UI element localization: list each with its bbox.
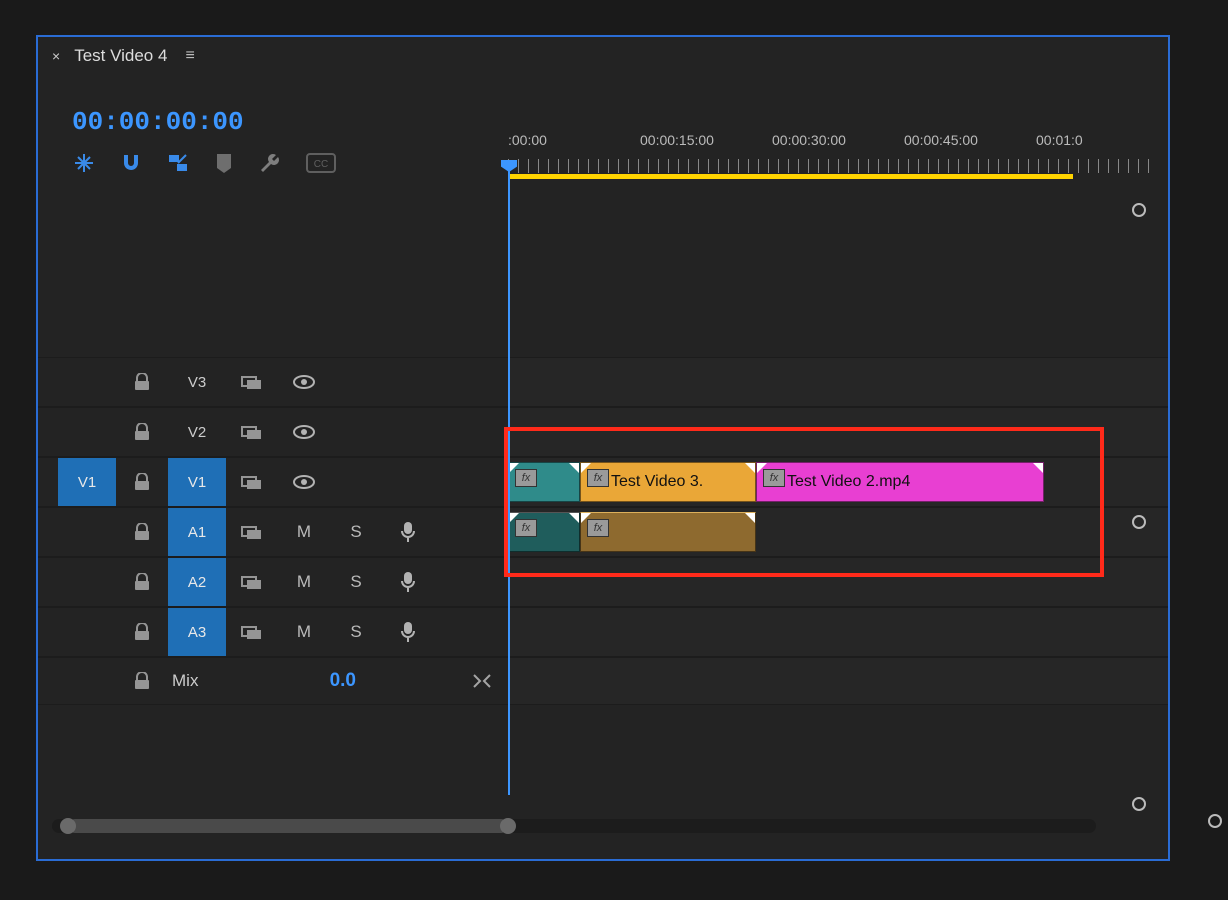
ruler-tick-label: :00:00	[508, 132, 640, 148]
track-v1: V1 V1 fx fxTest Video 3. fxTest Video 2.…	[38, 457, 1168, 507]
svg-text:CC: CC	[314, 159, 328, 170]
markers-icon[interactable]	[214, 152, 234, 174]
clip-a1-2[interactable]: fx	[580, 512, 756, 552]
source-patch-a2[interactable]	[58, 558, 116, 606]
playhead-timecode[interactable]: 00:00:00:00	[72, 107, 244, 137]
ruler-track[interactable]	[508, 154, 1168, 180]
track-v2: V2	[38, 407, 1168, 457]
clip-v1-1[interactable]: fx	[508, 462, 580, 502]
track-visibility-v1[interactable]	[278, 475, 330, 489]
tab-menu-button[interactable]: ≡	[185, 47, 194, 65]
captions-icon[interactable]: CC	[306, 153, 336, 173]
sync-lock-a2[interactable]	[226, 574, 278, 590]
sync-lock-v1[interactable]	[226, 474, 278, 490]
fx-badge: fx	[763, 469, 785, 487]
mix-volume-value[interactable]: 0.0	[330, 670, 356, 692]
ruler-ticks	[508, 159, 1156, 173]
sync-lock-v2[interactable]	[226, 424, 278, 440]
fx-badge: fx	[587, 519, 609, 537]
ruler-labels: :00:00 00:00:15:00 00:00:30:00 00:00:45:…	[508, 132, 1168, 148]
track-mix: Mix 0.0	[38, 657, 1168, 705]
ruler-tick-label: 00:00:45:00	[904, 132, 1036, 148]
zoom-handle-left[interactable]	[60, 818, 76, 834]
tracks-area: V3 V2 V1 V1	[38, 357, 1168, 705]
track-lock-v3[interactable]	[116, 373, 168, 391]
voiceover-a2[interactable]	[382, 571, 434, 593]
track-visibility-v3[interactable]	[278, 375, 330, 389]
voiceover-a1[interactable]	[382, 521, 434, 543]
horizontal-zoom-scrollbar[interactable]	[52, 819, 1096, 833]
track-label-v1[interactable]: V1	[168, 458, 226, 506]
track-a2: A2 M S	[38, 557, 1168, 607]
sync-lock-v3[interactable]	[226, 374, 278, 390]
sync-lock-a1[interactable]	[226, 524, 278, 540]
track-lock-a3[interactable]	[116, 623, 168, 641]
time-ruler[interactable]: :00:00 00:00:15:00 00:00:30:00 00:00:45:…	[508, 132, 1168, 180]
ruler-tick-label: 00:00:15:00	[640, 132, 772, 148]
zoom-scrollbar-thumb[interactable]	[68, 819, 508, 833]
track-lock-a1[interactable]	[116, 523, 168, 541]
tab-bar: × Test Video 4 ≡	[38, 37, 1168, 75]
track-visibility-v2[interactable]	[278, 425, 330, 439]
track-v1-lane[interactable]: fx fxTest Video 3. fxTest Video 2.mp4	[508, 458, 1168, 506]
mix-output-icon[interactable]	[456, 673, 508, 689]
vertical-zoom-top[interactable]	[1132, 203, 1146, 217]
mute-a2[interactable]: M	[278, 572, 330, 592]
voiceover-a3[interactable]	[382, 621, 434, 643]
settings-wrench-icon[interactable]	[258, 151, 282, 175]
fx-badge: fx	[587, 469, 609, 487]
mute-a3[interactable]: M	[278, 622, 330, 642]
source-patch-a3[interactable]	[58, 608, 116, 656]
work-area-bar[interactable]	[508, 174, 1073, 179]
fx-badge: fx	[515, 469, 537, 487]
source-patch-v2[interactable]	[58, 408, 116, 456]
close-tab-button[interactable]: ×	[52, 48, 60, 64]
clip-v1-2[interactable]: fxTest Video 3.	[580, 462, 756, 502]
snap-magnet-icon[interactable]	[120, 152, 142, 174]
clip-a1-1[interactable]: fx	[508, 512, 580, 552]
source-patch-v1[interactable]: V1	[58, 458, 116, 506]
source-patch-mix[interactable]	[58, 658, 116, 704]
clip-label: Test Video 2.mp4	[787, 473, 910, 491]
playhead[interactable]	[508, 163, 510, 795]
timeline-tool-row: CC	[72, 151, 336, 175]
track-label-a3[interactable]: A3	[168, 608, 226, 656]
track-a1: A1 M S fx fx	[38, 507, 1168, 557]
insert-overwrite-icon[interactable]	[72, 151, 96, 175]
ruler-tick-label: 00:00:30:00	[772, 132, 904, 148]
solo-a2[interactable]: S	[330, 572, 382, 592]
timeline-panel: × Test Video 4 ≡ 00:00:00:00 CC :00:00 0…	[36, 35, 1170, 861]
track-v3: V3	[38, 357, 1168, 407]
vertical-zoom-mid[interactable]	[1132, 515, 1146, 529]
track-label-mix[interactable]: Mix	[168, 658, 228, 704]
clip-v1-3[interactable]: fxTest Video 2.mp4	[756, 462, 1044, 502]
track-a3: A3 M S	[38, 607, 1168, 657]
zoom-handle-right[interactable]	[500, 818, 516, 834]
clip-label: Test Video 3.	[611, 473, 703, 491]
source-patch-v3[interactable]	[58, 358, 116, 406]
sequence-tab-title[interactable]: Test Video 4	[74, 46, 167, 66]
source-patch-a1[interactable]	[58, 508, 116, 556]
track-label-a2[interactable]: A2	[168, 558, 226, 606]
fx-badge: fx	[515, 519, 537, 537]
linked-selection-icon[interactable]	[166, 151, 190, 175]
track-lock-v2[interactable]	[116, 423, 168, 441]
solo-a1[interactable]: S	[330, 522, 382, 542]
track-lock-mix[interactable]	[116, 672, 168, 690]
track-label-v3[interactable]: V3	[168, 358, 226, 406]
mute-a1[interactable]: M	[278, 522, 330, 542]
outer-zoom-knob[interactable]	[1208, 814, 1222, 828]
sync-lock-a3[interactable]	[226, 624, 278, 640]
track-a1-lane[interactable]: fx fx	[508, 508, 1168, 556]
ruler-tick-label: 00:01:0	[1036, 132, 1168, 148]
track-lock-a2[interactable]	[116, 573, 168, 591]
track-lock-v1[interactable]	[116, 473, 168, 491]
track-label-a1[interactable]: A1	[168, 508, 226, 556]
vertical-zoom-bottom[interactable]	[1132, 797, 1146, 811]
solo-a3[interactable]: S	[330, 622, 382, 642]
track-label-v2[interactable]: V2	[168, 408, 226, 456]
